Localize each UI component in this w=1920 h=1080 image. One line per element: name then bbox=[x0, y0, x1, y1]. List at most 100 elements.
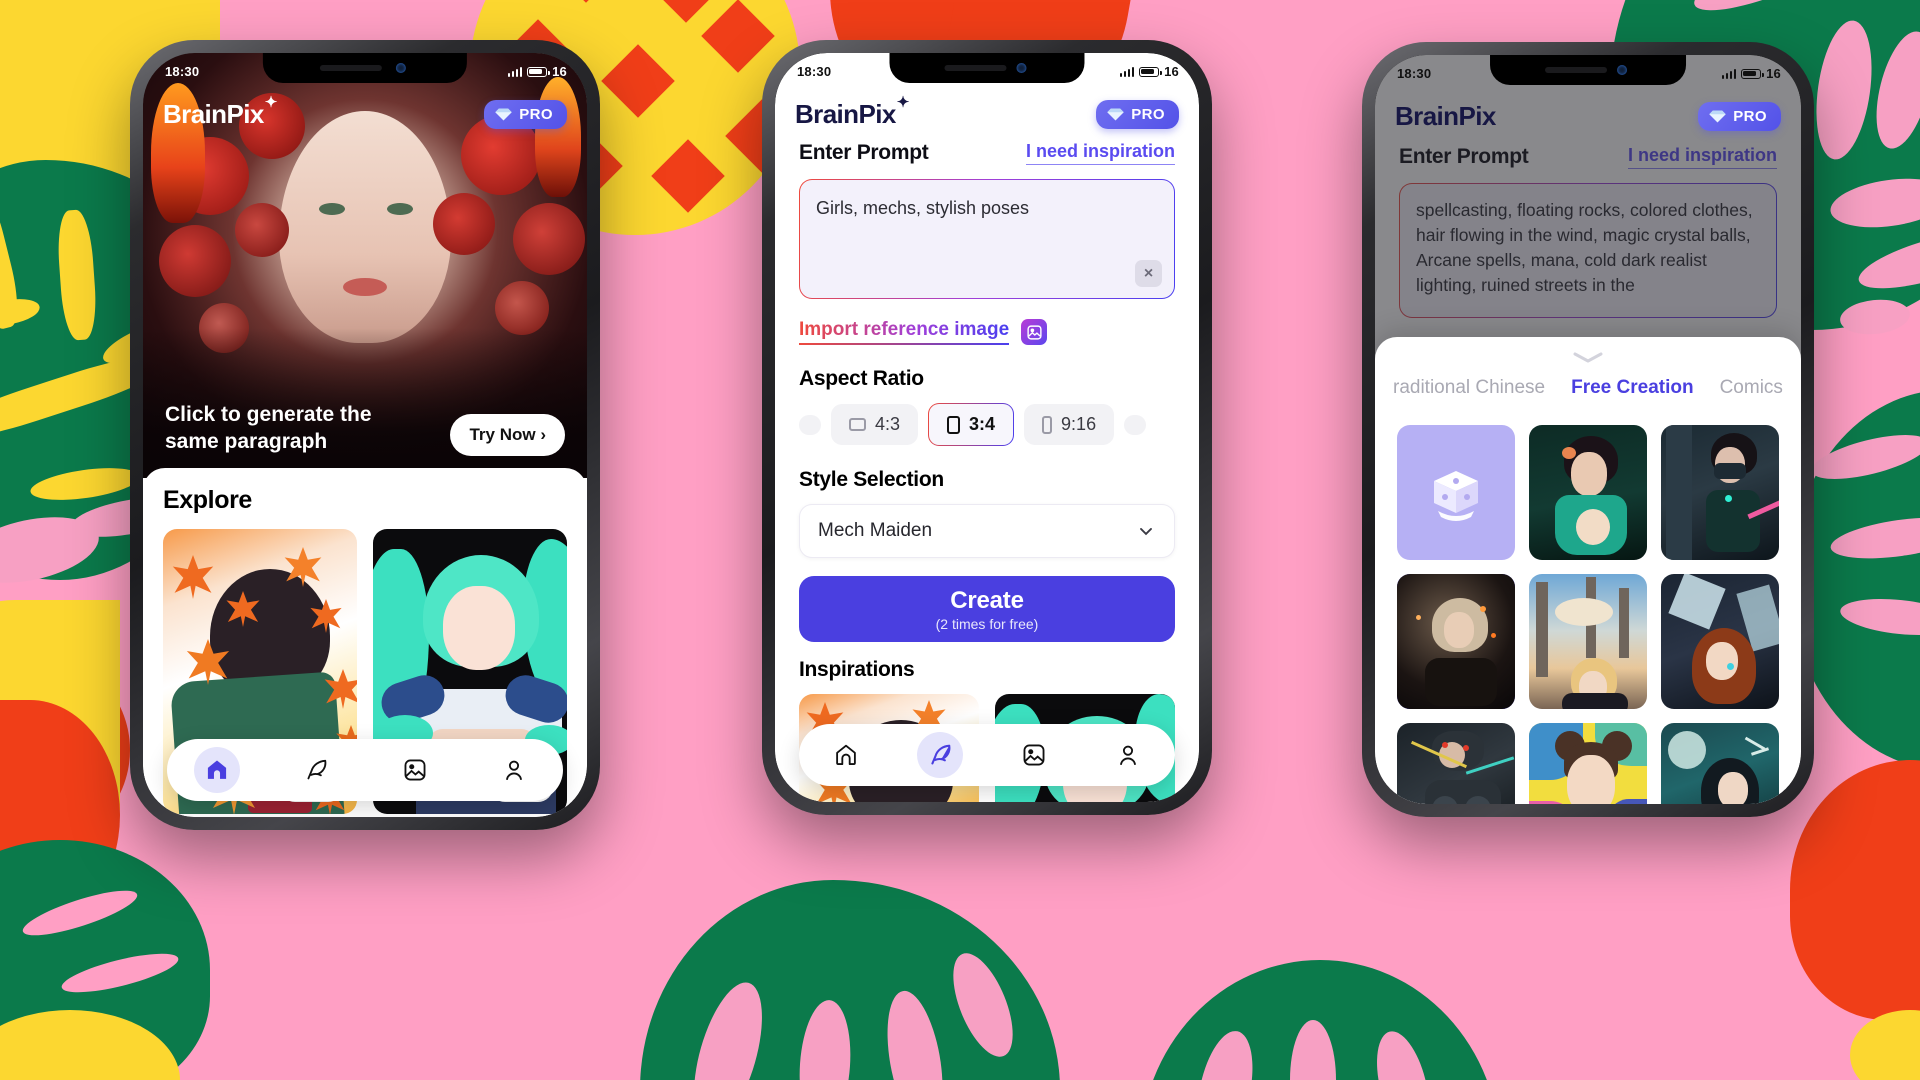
ratio-glyph-9-16 bbox=[1042, 415, 1053, 434]
sidebar-item-gallery[interactable] bbox=[392, 747, 438, 793]
style-cell-random[interactable] bbox=[1397, 425, 1515, 560]
import-reference-label: Import reference image bbox=[799, 319, 1010, 345]
aspect-ratio-option-label: 3:4 bbox=[969, 414, 996, 434]
prompt-label: Enter Prompt bbox=[799, 141, 929, 164]
pro-badge[interactable]: PRO bbox=[1096, 99, 1179, 129]
rose bbox=[235, 203, 289, 257]
style-category-tabs: raditional Chinese Free Creation Comics … bbox=[1375, 367, 1801, 399]
person-icon bbox=[1120, 745, 1136, 766]
style-cell-green-maiden[interactable] bbox=[1529, 425, 1647, 560]
inspirations-title: Inspirations bbox=[799, 658, 915, 681]
tab-traditional-chinese[interactable]: raditional Chinese bbox=[1393, 377, 1545, 399]
style-cell-black-mech-cyborg[interactable] bbox=[1397, 723, 1515, 804]
prompt-header-row: Enter Prompt I need inspiration bbox=[799, 141, 1175, 165]
style-cell-cyberpunk-masked[interactable] bbox=[1661, 425, 1779, 560]
hero-face bbox=[279, 111, 451, 343]
rose bbox=[495, 281, 549, 335]
prompt-input[interactable]: Girls, mechs, stylish poses × bbox=[799, 179, 1175, 299]
sidebar-item-home[interactable] bbox=[193, 747, 240, 793]
pro-badge[interactable]: PRO bbox=[1698, 101, 1781, 131]
pro-badge-label: PRO bbox=[1733, 107, 1767, 125]
aspect-ratio-option-9-16[interactable]: 9:16 bbox=[1024, 404, 1115, 445]
image-icon bbox=[1023, 744, 1045, 766]
signal-icon bbox=[1119, 66, 1135, 77]
sidebar-item-home[interactable] bbox=[823, 732, 869, 778]
pro-badge[interactable]: PRO bbox=[484, 99, 567, 129]
rose bbox=[433, 193, 495, 255]
sidebar-item-profile[interactable] bbox=[1105, 732, 1151, 778]
pro-badge-label: PRO bbox=[519, 105, 553, 123]
image-upload-icon[interactable] bbox=[1021, 319, 1048, 345]
hero-headline: Click to generate the same paragraph bbox=[165, 403, 372, 454]
style-picker-sheet: raditional Chinese Free Creation Comics … bbox=[1375, 337, 1801, 804]
image-icon bbox=[404, 759, 425, 781]
battery-icon bbox=[527, 66, 550, 77]
style-selection-label: Style Selection bbox=[799, 468, 944, 491]
style-grid bbox=[1375, 399, 1801, 804]
gem-icon bbox=[1107, 108, 1125, 120]
hero-eye-right bbox=[387, 203, 413, 215]
hero-eye-left bbox=[319, 203, 345, 215]
style-select[interactable]: Mech Maiden bbox=[799, 504, 1175, 558]
aspect-ratio-option-prev[interactable] bbox=[799, 414, 821, 435]
hero-lips bbox=[343, 278, 387, 296]
create-button-label: Create bbox=[950, 586, 1024, 614]
app-header-phone1: BrainPix ✦ PRO bbox=[143, 87, 587, 141]
chevron-down-icon bbox=[1140, 528, 1152, 536]
aspect-ratio-option-label: 9:16 bbox=[1061, 414, 1097, 434]
create-form: Enter Prompt I need inspiration Girls, m… bbox=[775, 141, 1199, 802]
app-logo-text: BrainPix bbox=[163, 98, 264, 129]
phone3-screen: 18:30 16 BrainPix PRO raditional Chinese… bbox=[1375, 55, 1801, 804]
yellow-dot-right bbox=[1850, 1010, 1920, 1080]
battery-level: 16 bbox=[552, 64, 567, 79]
app-header-phone3: BrainPix PRO bbox=[1375, 89, 1801, 143]
tab-free-creation[interactable]: Free Creation bbox=[1571, 377, 1693, 399]
promo-composite: Click to generate the same paragraph Try… bbox=[0, 0, 1920, 1080]
style-cell-pop-buns-girl[interactable] bbox=[1529, 723, 1647, 804]
aspect-ratio-option-4-3[interactable]: 4:3 bbox=[831, 404, 919, 445]
style-cell-moonlit-girl[interactable] bbox=[1661, 723, 1779, 804]
aspect-ratio-option-next[interactable] bbox=[1124, 414, 1147, 435]
home-icon bbox=[207, 760, 226, 779]
prompt-input-value: Girls, mechs, stylish poses bbox=[816, 198, 1030, 218]
hero-cta-row: Click to generate the same paragraph Try… bbox=[143, 402, 587, 456]
phone-mockup-home: Click to generate the same paragraph Try… bbox=[130, 40, 600, 830]
battery-level: 16 bbox=[1766, 66, 1781, 81]
style-cell-silver-warrior[interactable] bbox=[1397, 574, 1515, 709]
status-time: 18:30 bbox=[1397, 66, 1432, 81]
device-notch bbox=[1490, 55, 1686, 85]
aspect-ratio-option-3-4[interactable]: 3:4 bbox=[928, 403, 1014, 446]
try-now-button[interactable]: Try Now › bbox=[450, 414, 565, 456]
sidebar-item-create[interactable] bbox=[293, 747, 339, 793]
create-button[interactable]: Create (2 times for free) bbox=[799, 576, 1175, 642]
status-time: 18:30 bbox=[797, 64, 832, 79]
battery-icon bbox=[1139, 66, 1162, 77]
sidebar-item-create[interactable] bbox=[917, 732, 963, 778]
import-reference-row[interactable]: Import reference image bbox=[799, 319, 1175, 345]
aspect-ratio-label: Aspect Ratio bbox=[799, 367, 924, 390]
sidebar-item-profile[interactable] bbox=[491, 747, 537, 793]
app-logo: BrainPix bbox=[1395, 101, 1496, 132]
sidebar-item-gallery[interactable] bbox=[1011, 732, 1057, 778]
signal-icon bbox=[1721, 68, 1737, 79]
bottom-tab-bar-phone2 bbox=[799, 724, 1175, 786]
style-cell-blonde-towers[interactable] bbox=[1529, 574, 1647, 709]
style-cell-red-hair-ice[interactable] bbox=[1661, 574, 1779, 709]
create-button-sublabel: (2 times for free) bbox=[935, 615, 1039, 632]
app-logo-text: BrainPix bbox=[1395, 100, 1496, 131]
person-icon bbox=[505, 760, 522, 781]
aspect-ratio-option-label: 4:3 bbox=[875, 414, 901, 434]
sparkle-icon: ✦ bbox=[896, 93, 910, 111]
need-inspiration-link[interactable]: I need inspiration bbox=[1025, 141, 1175, 165]
status-time: 18:30 bbox=[165, 64, 200, 79]
aspect-ratio-options: 4:3 3:4 9:16 bbox=[799, 403, 1175, 446]
app-logo: BrainPix ✦ bbox=[163, 94, 277, 130]
clear-icon[interactable]: × bbox=[1135, 260, 1162, 287]
red-blob-right bbox=[1790, 760, 1920, 1020]
app-logo: BrainPix ✦ bbox=[795, 94, 909, 130]
feather-icon bbox=[931, 744, 951, 765]
sheet-collapse-handle[interactable] bbox=[1375, 337, 1801, 367]
tab-comics[interactable]: Comics bbox=[1720, 377, 1783, 399]
rose bbox=[159, 225, 231, 297]
bottom-tab-bar-phone1 bbox=[167, 739, 563, 801]
